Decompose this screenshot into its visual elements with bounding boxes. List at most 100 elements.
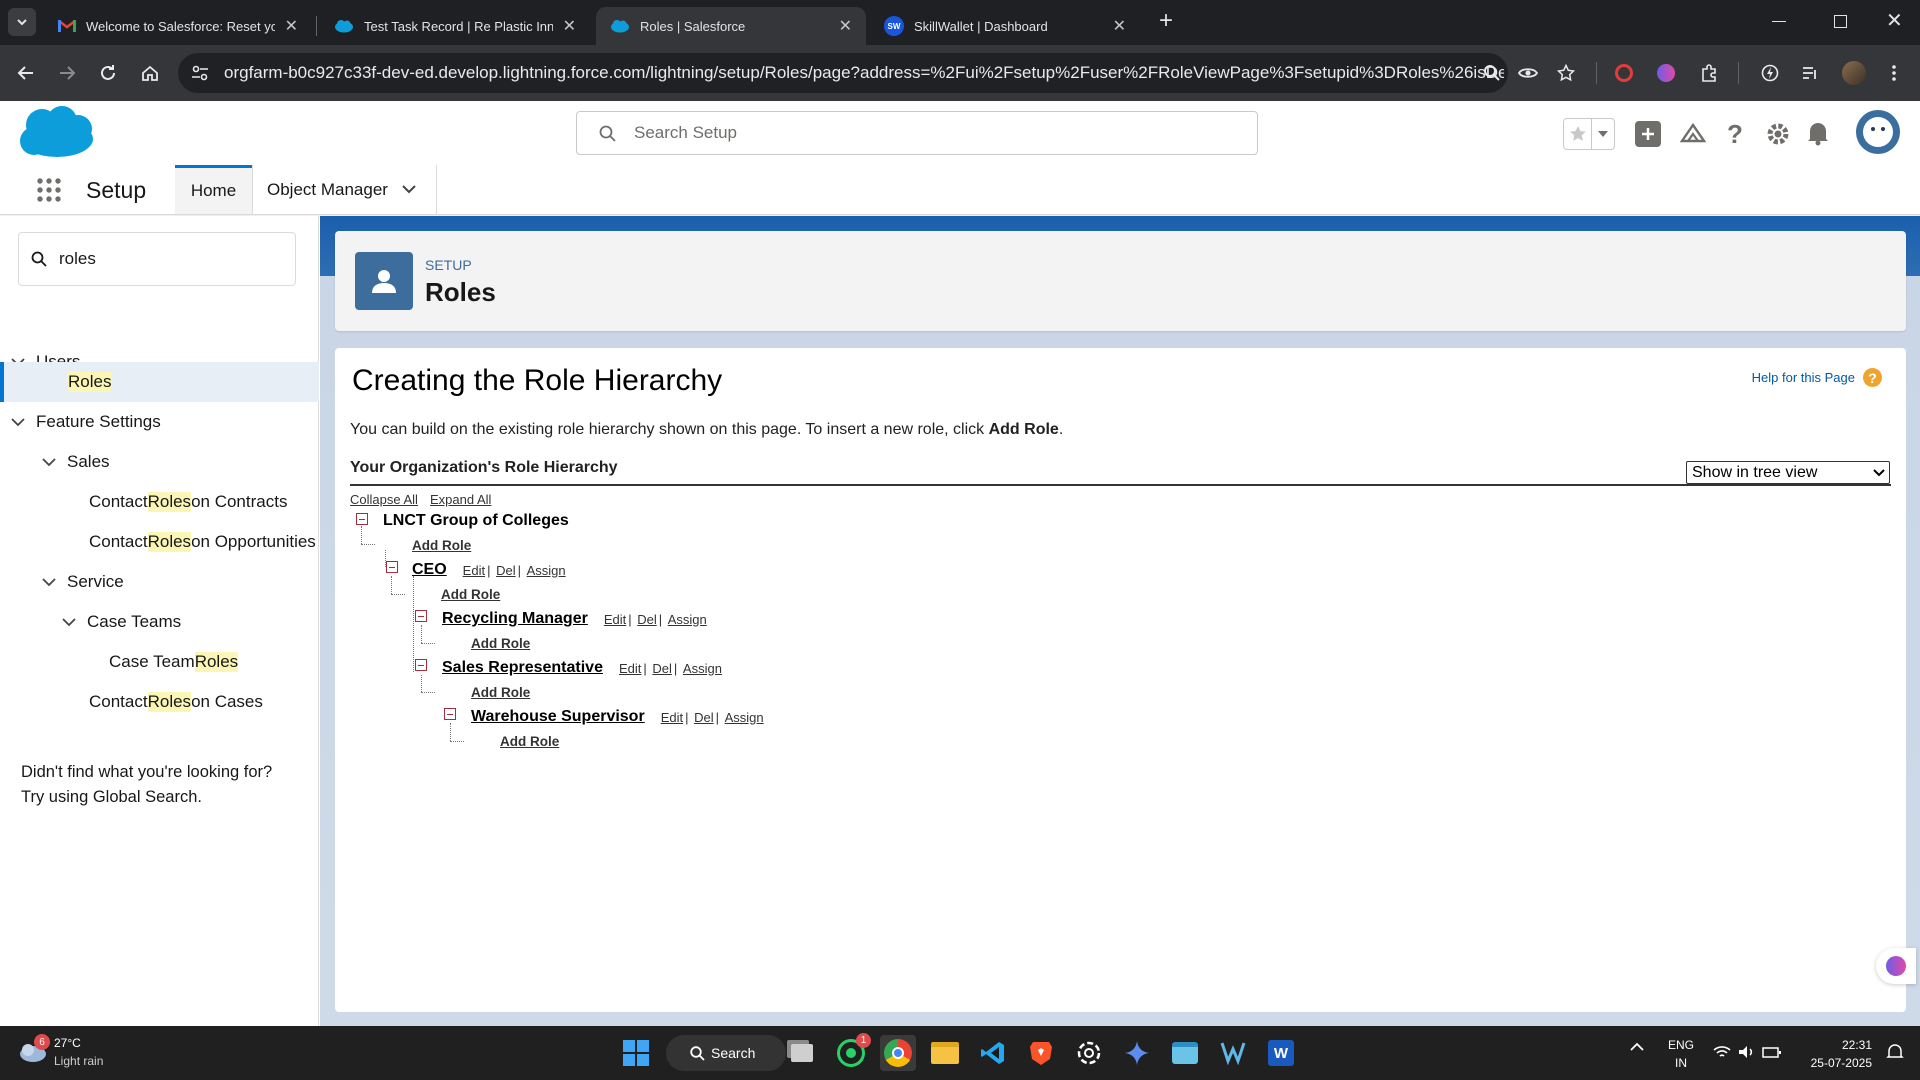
close-icon[interactable]: ✕: [839, 16, 852, 36]
edit-link[interactable]: Edit: [463, 563, 485, 578]
edit-link[interactable]: Edit: [661, 710, 683, 725]
close-icon[interactable]: ✕: [285, 16, 298, 36]
close-icon[interactable]: ✕: [563, 16, 576, 36]
global-search-hint[interactable]: Try using Global Search.: [21, 785, 272, 810]
trailhead-icon[interactable]: [1680, 121, 1706, 145]
word-icon[interactable]: W: [1263, 1035, 1299, 1071]
del-link[interactable]: Del: [694, 710, 714, 725]
tab-search-button[interactable]: [8, 8, 36, 36]
role-name-link[interactable]: Sales Representative: [442, 659, 603, 677]
eye-icon[interactable]: [1514, 59, 1542, 87]
add-role-link[interactable]: Add Role: [412, 538, 471, 553]
volume-icon[interactable]: [1738, 1045, 1756, 1059]
extension-red-icon[interactable]: [1610, 59, 1638, 87]
add-role-link[interactable]: Add Role: [471, 636, 530, 651]
floating-assistant-icon[interactable]: [1876, 948, 1916, 984]
sidebar-item-contact-roles-cases[interactable]: Contact Roles on Cases: [0, 682, 319, 722]
restore-button[interactable]: [1834, 15, 1847, 28]
sidebar-item-roles-active[interactable]: Roles: [0, 362, 319, 402]
extension-brain-icon[interactable]: [1652, 59, 1680, 87]
role-name-link[interactable]: Recycling Manager: [442, 610, 588, 628]
sidebar-item-sales[interactable]: Sales: [0, 442, 319, 482]
bookmark-star-icon[interactable]: [1552, 59, 1580, 87]
quick-find-field[interactable]: [18, 232, 296, 286]
add-role-link[interactable]: Add Role: [471, 685, 530, 700]
sidebar-item-service[interactable]: Service: [0, 562, 319, 602]
dev-tool-icon[interactable]: [1215, 1035, 1251, 1071]
sidebar-item-contact-roles-contracts[interactable]: Contact Roles on Contracts: [0, 482, 319, 522]
role-name-link[interactable]: Warehouse Supervisor: [471, 708, 645, 726]
extensions-puzzle-icon[interactable]: [1695, 59, 1723, 87]
taskbar-search[interactable]: Search: [666, 1035, 786, 1071]
minimize-button[interactable]: [1772, 21, 1786, 22]
help-icon[interactable]: ?: [1727, 119, 1743, 150]
sidebar-item-case-team-roles[interactable]: Case Team Roles: [0, 642, 319, 682]
forward-button[interactable]: [53, 59, 81, 87]
back-button[interactable]: [12, 59, 40, 87]
notifications-bell-icon[interactable]: [1806, 120, 1830, 146]
reload-button[interactable]: [94, 59, 122, 87]
chatgpt-icon[interactable]: [1071, 1035, 1107, 1071]
window-close-button[interactable]: ✕: [1886, 8, 1903, 33]
app-launcher-button[interactable]: [36, 177, 62, 203]
expand-all-link[interactable]: Expand All: [430, 492, 491, 507]
edit-link[interactable]: Edit: [619, 661, 641, 676]
wifi-icon[interactable]: [1713, 1045, 1731, 1059]
store-app-icon[interactable]: [1167, 1035, 1203, 1071]
assign-link[interactable]: Assign: [527, 563, 566, 578]
collapse-node-toggle[interactable]: [415, 659, 427, 671]
language-indicator[interactable]: ENG IN: [1668, 1036, 1694, 1072]
notification-center-icon[interactable]: [1886, 1043, 1904, 1061]
setup-gear-icon[interactable]: [1765, 121, 1791, 147]
user-avatar[interactable]: [1856, 110, 1900, 154]
sidebar-item-contact-roles-opportunities[interactable]: Contact Roles on Opportunities: [0, 522, 319, 562]
view-select[interactable]: Show in tree view: [1686, 461, 1890, 484]
task-view-icon[interactable]: [784, 1035, 820, 1071]
chevron-down-icon[interactable]: [8, 417, 28, 427]
collapse-node-toggle[interactable]: [386, 561, 398, 573]
address-bar[interactable]: orgfarm-b0c927c33f-dev-ed.develop.lightn…: [178, 53, 1508, 93]
assign-link[interactable]: Assign: [725, 710, 764, 725]
reading-list-icon[interactable]: [1796, 59, 1824, 87]
tab-home[interactable]: Home: [175, 165, 252, 214]
collapse-node-toggle[interactable]: [415, 610, 427, 622]
performance-icon[interactable]: [1756, 59, 1784, 87]
salesforce-logo[interactable]: [18, 103, 96, 161]
file-explorer-icon[interactable]: [927, 1035, 963, 1071]
help-link[interactable]: Help for this Page ?: [1752, 368, 1882, 387]
profile-avatar-icon[interactable]: [1840, 59, 1868, 87]
browser-tab-gmail[interactable]: Welcome to Salesforce: Reset your ✕: [44, 7, 312, 45]
zoom-icon[interactable]: [1478, 59, 1506, 87]
collapse-node-toggle[interactable]: [444, 708, 456, 720]
add-role-link[interactable]: Add Role: [500, 734, 559, 749]
chevron-down-icon[interactable]: [402, 185, 416, 194]
del-link[interactable]: Del: [652, 661, 672, 676]
help-question-icon[interactable]: ?: [1863, 368, 1882, 387]
collapse-node-toggle[interactable]: [356, 513, 368, 525]
sidebar-item-case-teams[interactable]: Case Teams: [0, 602, 319, 642]
quick-find-input[interactable]: [59, 249, 279, 269]
add-role-link[interactable]: Add Role: [441, 587, 500, 602]
chrome-icon[interactable]: [880, 1035, 916, 1071]
menu-kebab-icon[interactable]: [1880, 59, 1908, 87]
home-button[interactable]: [136, 59, 164, 87]
global-actions-button[interactable]: [1635, 121, 1661, 147]
browser-tab-test-task[interactable]: Test Task Record | Re Plastic Innova ✕: [320, 7, 590, 45]
close-icon[interactable]: ✕: [1113, 16, 1126, 36]
brave-browser-icon[interactable]: [1023, 1035, 1059, 1071]
search-setup-input[interactable]: Search Setup: [576, 111, 1258, 155]
assign-link[interactable]: Assign: [668, 612, 707, 627]
start-button[interactable]: [618, 1035, 654, 1071]
tab-object-manager[interactable]: Object Manager: [253, 165, 436, 214]
role-name-link[interactable]: CEO: [412, 561, 447, 579]
del-link[interactable]: Del: [637, 612, 657, 627]
gemini-icon[interactable]: [1119, 1035, 1155, 1071]
new-tab-button[interactable]: +: [1154, 9, 1178, 34]
battery-icon[interactable]: [1762, 1045, 1782, 1059]
collapse-all-link[interactable]: Collapse All: [350, 492, 418, 507]
edit-link[interactable]: Edit: [604, 612, 626, 627]
weather-widget[interactable]: 6 27°C Light rain: [18, 1032, 128, 1074]
clock[interactable]: 22:31 25-07-2025: [1810, 1036, 1872, 1072]
help-link-label[interactable]: Help for this Page: [1752, 370, 1855, 385]
whatsapp-icon[interactable]: 1: [833, 1033, 871, 1071]
